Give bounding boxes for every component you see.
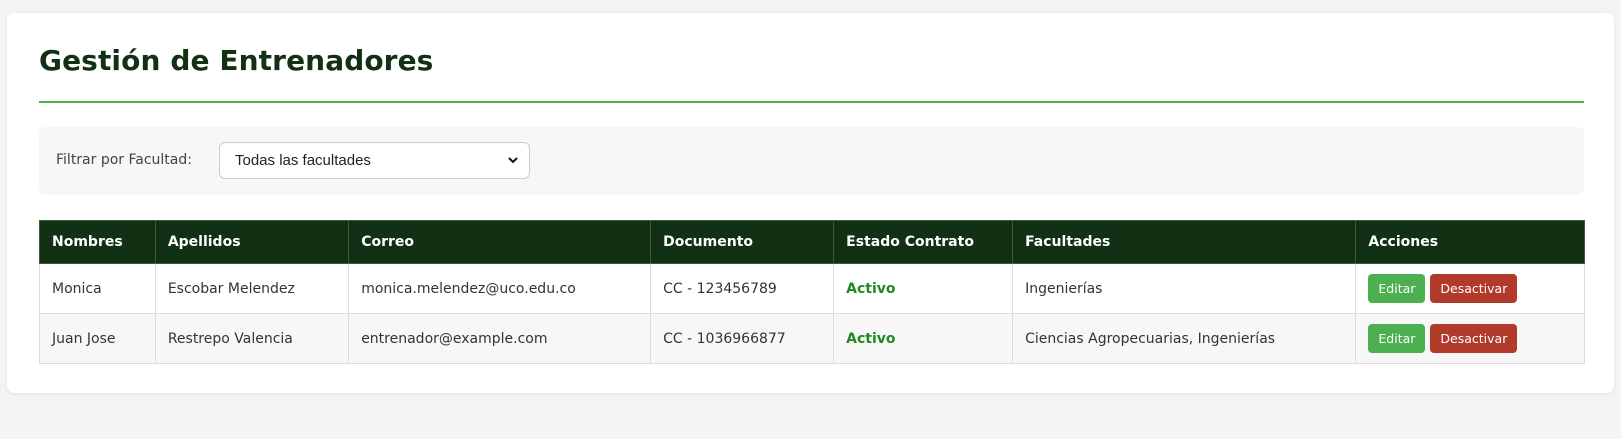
cell-documento: CC - 1036966877 [650,313,835,364]
table-row: Juan Jose Restrepo Valencia entrenador@e… [39,313,1585,364]
column-header-apellidos: Apellidos [154,220,350,264]
table-row: Monica Escobar Melendez monica.melendez@… [39,263,1585,314]
faculty-filter-value: Todas las facultades [235,152,371,169]
column-header-documento: Documento [650,220,835,264]
filter-bar: Filtrar por Facultad: Todas las facultad… [39,127,1584,195]
cell-acciones: Editar Desactivar [1355,313,1585,364]
column-header-estado: Estado Contrato [833,220,1014,264]
faculty-filter-select[interactable]: Todas las facultades [219,142,530,179]
column-header-acciones: Acciones [1355,220,1585,264]
cell-estado: Activo [833,313,1014,364]
column-header-correo: Correo [348,220,652,264]
status-badge: Activo [846,280,896,297]
trainers-card: Gestión de Entrenadores Filtrar por Facu… [7,13,1614,393]
trainers-table: Nombres Apellidos Correo Documento Estad… [39,220,1585,364]
cell-apellidos: Restrepo Valencia [154,313,350,364]
cell-estado: Activo [833,263,1014,314]
cell-correo: monica.melendez@uco.edu.co [348,263,652,314]
cell-facultades: Ingenierías [1012,263,1357,314]
cell-nombres: Juan Jose [39,313,156,364]
cell-facultades: Ciencias Agropecuarias, Ingenierías [1012,313,1357,364]
status-badge: Activo [846,330,896,347]
deactivate-button[interactable]: Desactivar [1430,324,1518,353]
column-header-nombres: Nombres [39,220,156,264]
cell-documento: CC - 123456789 [650,263,835,314]
title-divider [39,101,1584,103]
cell-correo: entrenador@example.com [348,313,652,364]
deactivate-button[interactable]: Desactivar [1430,274,1518,303]
filter-label: Filtrar por Facultad: [56,152,192,168]
page-title: Gestión de Entrenadores [39,44,434,77]
table-header-row: Nombres Apellidos Correo Documento Estad… [39,220,1585,264]
chevron-down-icon [507,143,519,192]
cell-apellidos: Escobar Melendez [154,263,350,314]
cell-nombres: Monica [39,263,156,314]
edit-button[interactable]: Editar [1368,324,1426,353]
edit-button[interactable]: Editar [1368,274,1426,303]
column-header-facultades: Facultades [1012,220,1357,264]
cell-acciones: Editar Desactivar [1355,263,1585,314]
